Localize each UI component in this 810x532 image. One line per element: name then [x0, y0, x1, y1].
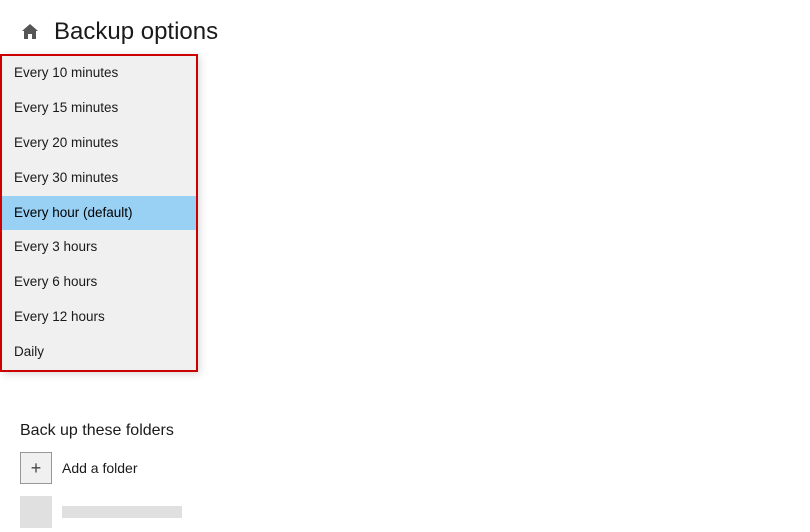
add-folder-button[interactable]: + [20, 452, 52, 484]
folder-text-placeholder [62, 506, 182, 518]
dropdown-item-every-12-hours[interactable]: Every 12 hours [2, 300, 196, 335]
backup-folders-heading: Back up these folders [20, 422, 790, 440]
dropdown-item-daily[interactable]: Daily [2, 335, 196, 370]
dropdown-item-every-10-min[interactable]: Every 10 minutes [2, 56, 196, 91]
page-header: Backup options [0, 0, 810, 56]
dropdown-item-every-15-min[interactable]: Every 15 minutes [2, 91, 196, 126]
main-content: Overview Size of backup: 11.8 MB Back up… [0, 56, 810, 532]
folder-item [20, 492, 790, 532]
page-title: Backup options [54, 18, 218, 46]
plus-icon: + [31, 458, 42, 479]
add-folder-label: Add a folder [62, 460, 138, 476]
dropdown-item-every-hour[interactable]: Every hour (default) [2, 196, 196, 231]
dropdown-item-every-20-min[interactable]: Every 20 minutes [2, 126, 196, 161]
folder-icon [20, 496, 52, 528]
dropdown-item-every-3-hours[interactable]: Every 3 hours [2, 230, 196, 265]
dropdown-item-every-30-min[interactable]: Every 30 minutes [2, 161, 196, 196]
backup-folders-section: Back up these folders + Add a folder [20, 422, 790, 532]
dropdown-item-every-6-hours[interactable]: Every 6 hours [2, 265, 196, 300]
add-folder-row: + Add a folder [20, 452, 790, 484]
frequency-dropdown[interactable]: Every 10 minutesEvery 15 minutesEvery 20… [0, 54, 198, 372]
home-icon[interactable] [20, 22, 40, 42]
